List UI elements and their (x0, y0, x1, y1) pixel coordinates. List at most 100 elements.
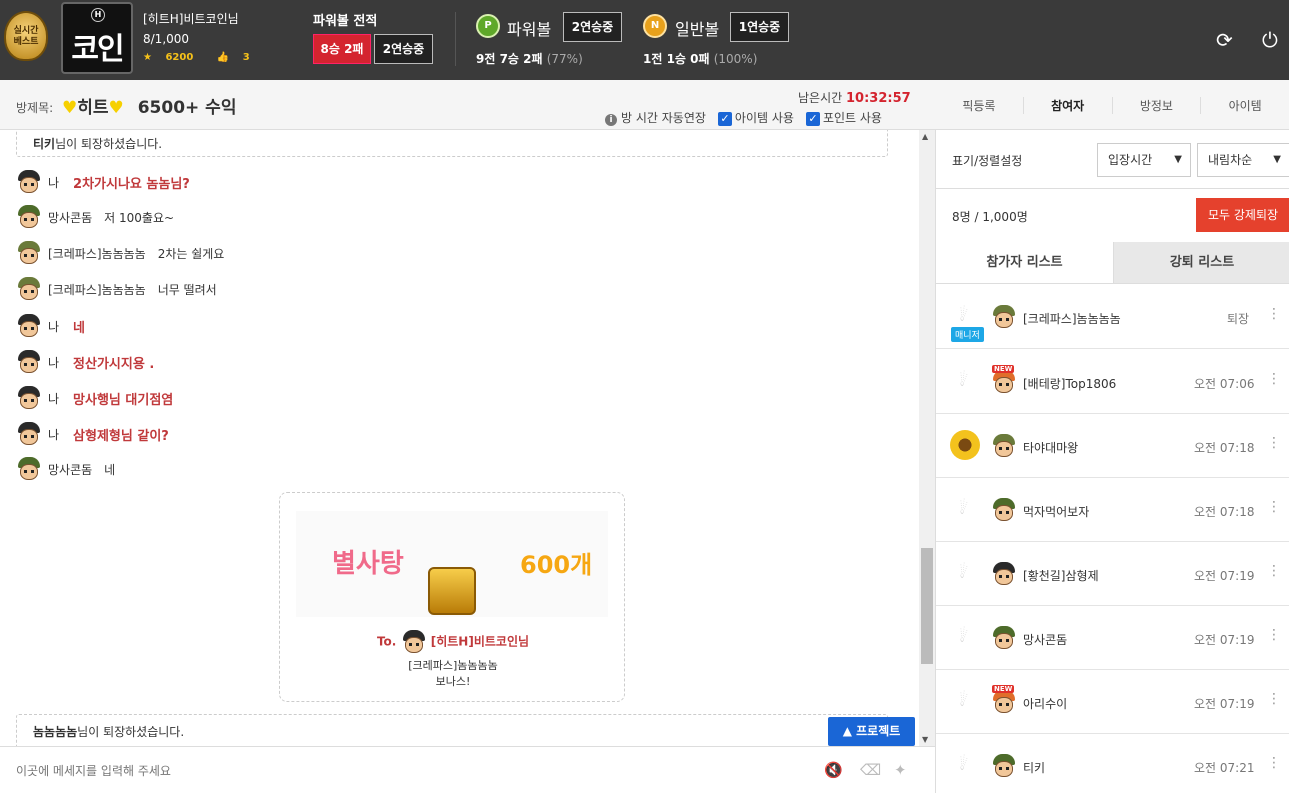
tab-items[interactable]: 아이템 (1201, 97, 1289, 114)
participant-row[interactable]: ☄ 먹자먹어보자 오전 07:18 ⋮ (936, 478, 1289, 542)
chat-message: 나 네 (16, 313, 85, 339)
chat-sender[interactable]: 나 (48, 354, 59, 371)
tab-participants[interactable]: 참여자 (1024, 96, 1113, 114)
record-streak-button[interactable]: 2연승중 (374, 34, 433, 64)
chevron-down-icon: ▼ (1174, 154, 1182, 165)
participant-time: 오전 07:19 (1194, 633, 1255, 647)
chat-sender[interactable]: [크레파스]놈놈놈놈 (48, 281, 146, 298)
more-options-icon[interactable]: ⋮ (1267, 435, 1281, 451)
kick-icon[interactable]: ☄ (955, 370, 974, 390)
live-best-badge[interactable]: 실시간 베스트 (4, 11, 48, 61)
normalball-record-pct: (100%) (713, 52, 758, 66)
magic-wand-icon[interactable]: ✦ (894, 761, 907, 779)
tab-room-info[interactable]: 방정보 (1113, 96, 1202, 114)
participant-row[interactable]: ☄ NEW 아리수이 오전 07:19 ⋮ (936, 670, 1289, 734)
kick-icon[interactable]: ☄ (955, 305, 974, 325)
room-title-label: 방제목: (16, 101, 54, 115)
participant-name[interactable]: [크레파스]놈놈놈놈 (1023, 310, 1121, 327)
like-count: 3 (242, 52, 250, 63)
chat-sender[interactable]: 망사콘돔 (48, 209, 92, 226)
message-input[interactable] (16, 759, 796, 783)
project-button[interactable]: ▲ 프로젝트 (828, 717, 915, 746)
more-options-icon[interactable]: ⋮ (1267, 563, 1281, 579)
avatar[interactable] (16, 240, 42, 266)
participant-time: 오전 07:19 (1194, 697, 1255, 711)
power-icon[interactable]: ⏻ (1262, 28, 1278, 52)
kick-icon[interactable]: ☄ (955, 626, 974, 646)
more-options-icon[interactable]: ⋮ (1267, 755, 1281, 771)
more-options-icon[interactable]: ⋮ (1267, 499, 1281, 515)
mute-icon[interactable]: 🔇 (824, 761, 843, 779)
auto-extend-label: 방 시간 자동연장 (621, 111, 706, 125)
more-options-icon[interactable]: ⋮ (1267, 627, 1281, 643)
normalball-record: 1전 1승 0패 (100%) (643, 50, 757, 67)
avatar[interactable] (16, 276, 42, 302)
gift-recipient: To. [히트H]비트코인님 (280, 629, 626, 655)
tab-kicked-list[interactable]: 강퇴 리스트 (1113, 242, 1289, 284)
point-use-checkbox[interactable]: ✓ 포인트 사용 (805, 109, 882, 126)
participant-row[interactable]: ☄ 매니저 [크레파스]놈놈놈놈 퇴장 ⋮ (936, 285, 1289, 349)
tab-pick-register[interactable]: 픽등록 (935, 96, 1024, 114)
auto-extend-option[interactable]: i 방 시간 자동연장 (605, 109, 706, 126)
chat-sender[interactable]: 나 (48, 174, 59, 191)
participant-time: 오전 07:21 (1194, 761, 1255, 775)
room-title-text: 히트 (77, 98, 109, 118)
order-select[interactable]: 내림차순 ▼ (1197, 143, 1289, 177)
participant-row[interactable]: ☄ NEW [배테랑]Top1806 오전 07:06 ⋮ (936, 350, 1289, 414)
scroll-down-icon[interactable]: ▼ (922, 735, 928, 744)
avatar (991, 304, 1017, 330)
participant-time: 오전 07:18 (1194, 441, 1255, 455)
avatar[interactable] (16, 169, 42, 195)
participant-name[interactable]: 먹자먹어보자 (1023, 503, 1089, 520)
powerball-record: 9전 7승 2패 (77%) (476, 50, 583, 67)
avatar[interactable] (16, 421, 42, 447)
more-options-icon[interactable]: ⋮ (1267, 306, 1281, 322)
normalball-streak-button[interactable]: 1연승중 (730, 12, 789, 42)
participant-row[interactable]: ☄ 망사콘돔 오전 07:19 ⋮ (936, 606, 1289, 670)
eraser-icon[interactable]: ⌫ (860, 761, 881, 779)
kick-icon[interactable]: ☄ (955, 690, 974, 710)
record-wins-button[interactable]: 8승 2패 (313, 34, 371, 64)
avatar[interactable] (16, 385, 42, 411)
participant-row[interactable]: 타야대마왕 오전 07:18 ⋮ (936, 414, 1289, 478)
participant-name[interactable]: 망사콘돔 (1023, 631, 1067, 648)
checkbox-checked-icon: ✓ (717, 111, 732, 126)
participant-row[interactable]: ☄ 티키 오전 07:21 ⋮ (936, 734, 1289, 793)
participant-name[interactable]: [황천길]삼형제 (1023, 567, 1099, 584)
gift-to-name[interactable]: [히트H]비트코인님 (431, 635, 529, 649)
powerball-streak-button[interactable]: 2연승중 (563, 12, 622, 42)
more-options-icon[interactable]: ⋮ (1267, 371, 1281, 387)
powerball-ball-icon: P (476, 14, 500, 38)
avatar[interactable] (16, 204, 42, 230)
participant-row[interactable]: ☄ [황천길]삼형제 오전 07:19 ⋮ (936, 542, 1289, 606)
chat-text: 삼형제형님 같이? (73, 428, 169, 444)
participant-name[interactable]: 타야대마왕 (1023, 439, 1078, 456)
avatar[interactable] (16, 349, 42, 375)
user-stats: ★ 6200 👍 3 (143, 52, 270, 63)
avatar: NEW (991, 365, 1017, 395)
kick-icon[interactable]: ☄ (955, 562, 974, 582)
avatar[interactable] (16, 313, 42, 339)
kick-icon[interactable]: ☄ (955, 754, 974, 774)
item-use-checkbox[interactable]: ✓ 아이템 사용 (717, 109, 794, 126)
participant-name[interactable]: 아리수이 (1023, 695, 1067, 712)
participant-name[interactable]: [배테랑]Top1806 (1023, 375, 1116, 392)
avatar[interactable] (16, 456, 42, 482)
chat-sender[interactable]: 나 (48, 390, 59, 407)
chat-sender[interactable]: [크레파스]놈놈놈놈 (48, 245, 146, 262)
more-options-icon[interactable]: ⋮ (1267, 691, 1281, 707)
chat-sender[interactable]: 망사콘돔 (48, 461, 92, 478)
user-name: [히트H]비트코인님 (143, 12, 239, 26)
chat-area: 티키님이 퇴장하셨습니다. 나 2차가시나요 놈놈님? 망사콘돔 저 100출요… (0, 130, 935, 746)
kick-icon[interactable]: ☄ (955, 498, 974, 518)
chat-sender[interactable]: 나 (48, 426, 59, 443)
kick-all-button[interactable]: 모두 강제퇴장 (1196, 198, 1289, 232)
tab-participant-list[interactable]: 참가자 리스트 (936, 242, 1113, 284)
participant-name[interactable]: 티키 (1023, 759, 1045, 776)
refresh-icon[interactable]: ⟳ (1216, 28, 1233, 52)
chat-scrollbar[interactable]: ▲ ▼ (919, 130, 935, 746)
chat-sender[interactable]: 나 (48, 318, 59, 335)
scroll-thumb[interactable] (921, 548, 933, 664)
scroll-up-icon[interactable]: ▲ (922, 132, 928, 141)
sort-select[interactable]: 입장시간 ▼ (1097, 143, 1191, 177)
